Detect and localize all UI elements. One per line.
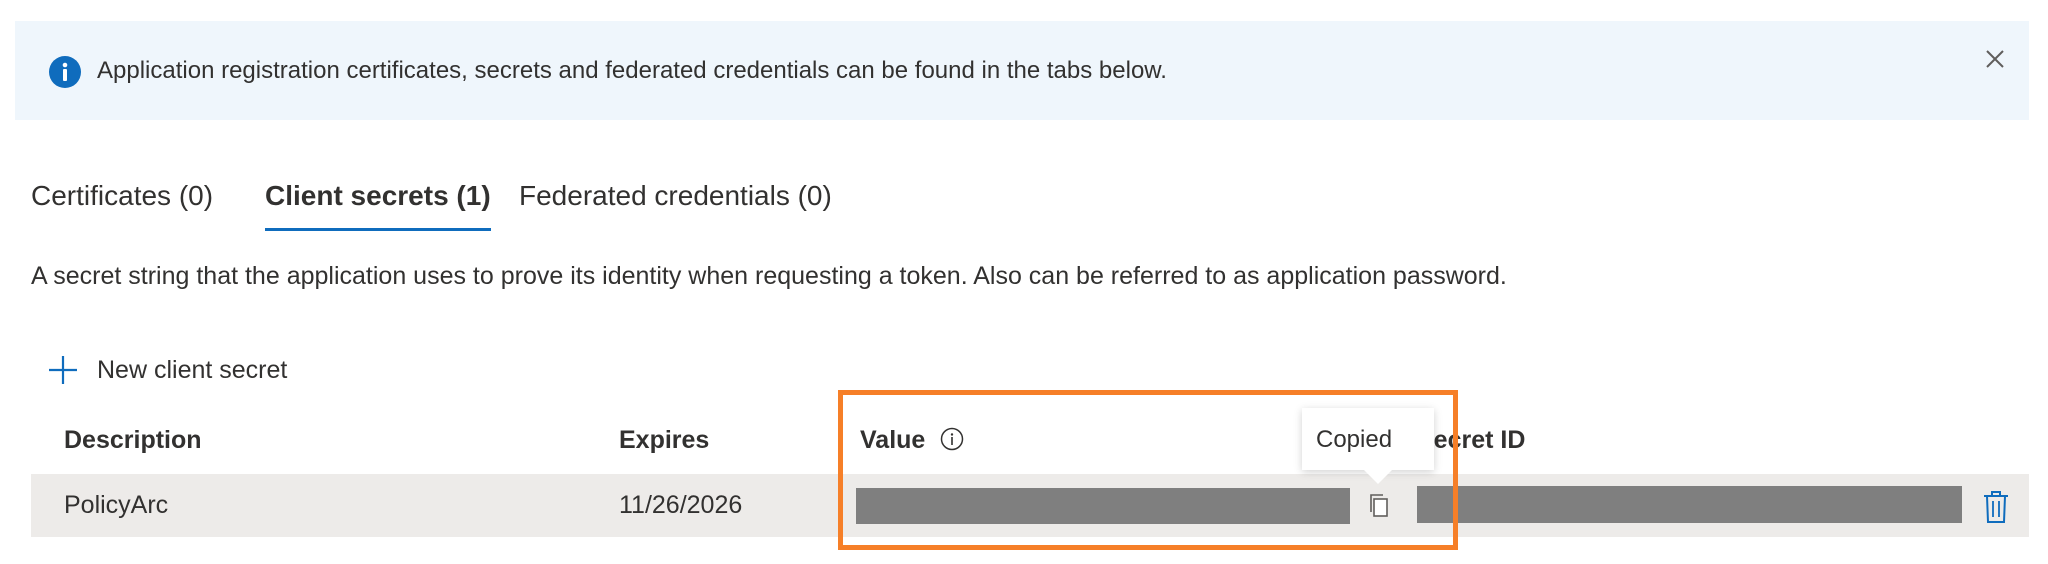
copied-tooltip: Copied [1302,408,1434,484]
tab-client-secrets[interactable]: Client secrets (1) [265,176,491,234]
column-header-description[interactable]: Description [64,426,202,455]
new-client-secret-label: New client secret [97,355,288,384]
plus-icon [49,356,77,384]
tab-certificates[interactable]: Certificates (0) [31,176,213,234]
row-expires: 11/26/2026 [619,491,743,519]
delete-icon[interactable] [1981,490,2011,524]
banner-message: Application registration certificates, s… [97,57,1167,84]
table-row[interactable]: PolicyArc 11/26/2026 [31,474,2029,537]
secret-id-masked [1417,486,1962,523]
table-header: Description Expires Value Secret ID [31,418,2029,466]
secret-value-masked [856,488,1350,524]
row-description: PolicyArc [64,491,169,519]
info-hint-icon[interactable] [940,427,964,451]
close-icon[interactable] [1983,47,2007,71]
new-client-secret-button[interactable]: New client secret [47,350,287,390]
column-header-value[interactable]: Value [860,426,964,455]
copy-icon[interactable] [1367,492,1393,520]
column-header-value-label: Value [860,426,926,454]
column-header-expires[interactable]: Expires [619,426,709,455]
info-banner: Application registration certificates, s… [15,21,2029,120]
secrets-description: A secret string that the application use… [31,262,1507,290]
tab-federated-credentials[interactable]: Federated credentials (0) [519,176,832,234]
info-icon [49,56,81,88]
